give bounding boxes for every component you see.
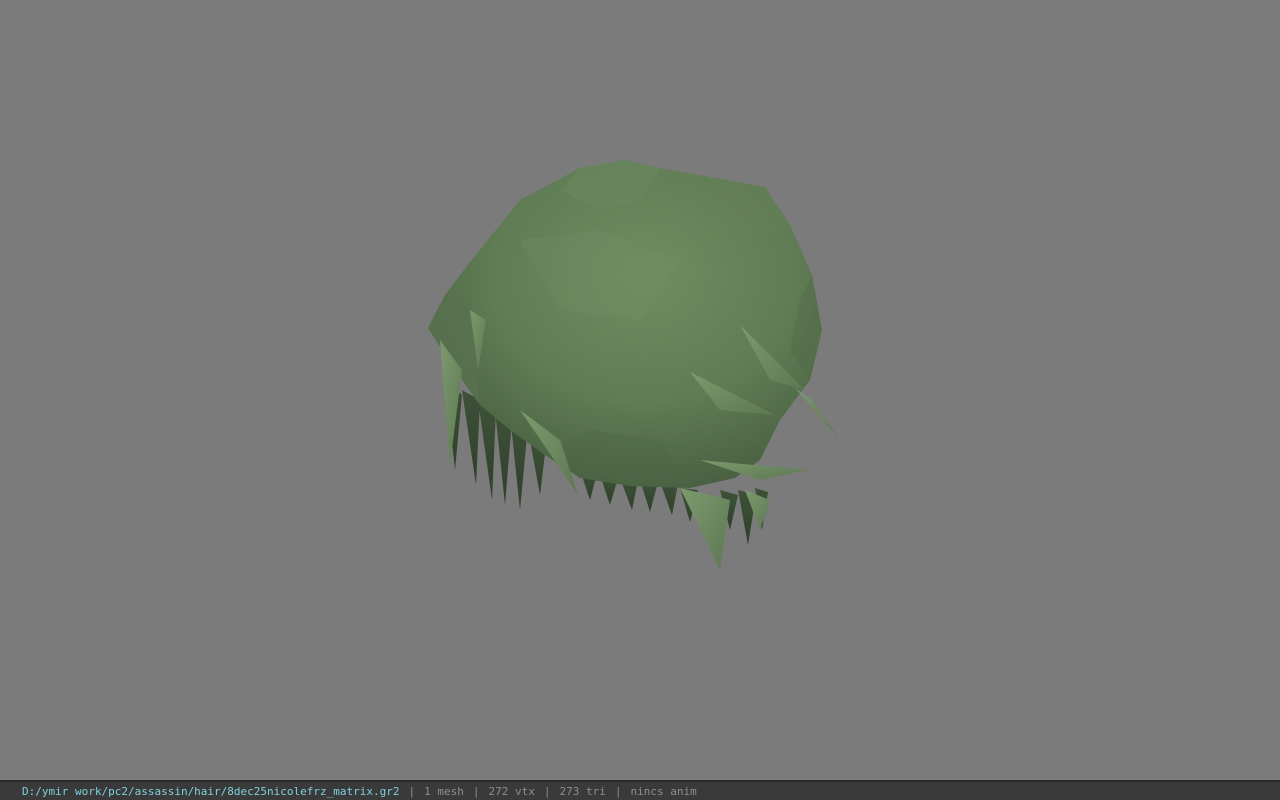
file-path: D:/ymir work/pc2/assassin/hair/8dec25nic…: [22, 784, 400, 798]
vertex-count: 272 vtx: [488, 784, 535, 798]
mesh-count: 1 mesh: [424, 784, 464, 798]
separator: |: [408, 784, 416, 798]
separator: |: [543, 784, 551, 798]
separator: |: [472, 784, 480, 798]
3d-viewport[interactable]: [0, 0, 1280, 778]
separator: |: [614, 784, 622, 798]
status-bar: D:/ymir work/pc2/assassin/hair/8dec25nic…: [0, 780, 1280, 800]
hair-model: [428, 160, 840, 570]
triangle-count: 273 tri: [559, 784, 606, 798]
animation-status: nincs anim: [630, 784, 697, 798]
